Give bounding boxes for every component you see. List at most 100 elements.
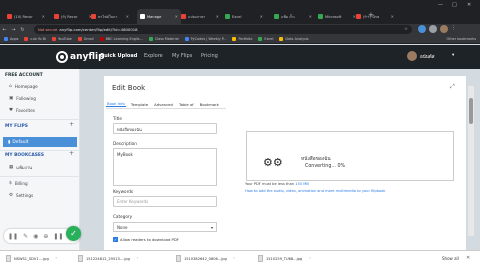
check-icon[interactable]: ✓ [66,226,81,241]
browser-tab[interactable]: (9+) ปักษ ✕ [353,9,397,24]
extension-icon[interactable] [418,25,426,33]
sidebar-item-billing[interactable]: $ Billing [9,181,28,186]
pdf-limit-link[interactable]: 150 MB [295,182,309,186]
bookmark-item[interactable]: Gmail [77,37,94,42]
download-item[interactable]: 1510382642_0806...jpg ⌃ [176,255,236,262]
description-field[interactable]: MyBook [113,148,217,186]
sidebar-item-homepage[interactable]: ⌂ Homepage [9,84,38,89]
download-item[interactable]: 151224812_29513....jpg ⌃ [78,255,139,262]
zoom-icon[interactable]: ⊕ [43,233,48,240]
edit-book-panel: Edit Book ⤢ Book Info Template Advanced … [104,76,466,250]
bookmark-favicon-icon [24,37,29,41]
nav-pricing[interactable]: Pricing [201,53,218,59]
bookmark-item[interactable]: BBC Learning Englis... [99,37,143,42]
bookmark-item[interactable]: Portfolio [232,37,252,42]
bookmark-favicon-icon [148,37,153,41]
billing-icon: $ [9,181,12,186]
sidebar-item-following[interactable]: ▣ Following [9,96,36,101]
bookmark-favicon-icon [99,37,104,41]
home-icon: ⌂ [9,84,12,89]
close-tab-icon[interactable]: ✕ [260,14,263,19]
close-window-icon[interactable]: ✕ [467,2,471,8]
browser-tab[interactable]: แฟ้ม ถ้ำเ ✕ [271,9,315,24]
browser-tab[interactable]: แปลงภาษา ✕ [178,9,222,24]
pdf-note-text: Your PDF must be less than [245,182,295,186]
keywords-field[interactable]: Enter Keywords [113,196,217,207]
browser-tab[interactable]: (10) Recor ✕ [4,9,48,24]
minimize-icon[interactable]: — [438,2,443,8]
tab-advanced[interactable]: Advanced [153,102,174,107]
allow-download-checkbox[interactable]: ✓ Allow readers to download PDF [113,237,179,242]
user-menu-caret-icon[interactable]: ▾ [452,53,454,58]
close-tab-icon[interactable]: ✕ [309,14,312,19]
bookmark-item[interactable]: PyCodes | Weekly P... [184,37,226,42]
category-value: None [117,225,128,230]
close-shelf-icon[interactable]: ✕ [466,255,470,261]
add-bookcase-icon[interactable]: + [69,150,74,157]
nav-my-flips[interactable]: My Flips [172,53,192,59]
pause-record-icon[interactable]: ❚❚ [53,233,63,240]
tab-table-of-contents[interactable]: Table of [178,102,195,107]
bookmark-item[interactable]: Excel [258,37,273,42]
bookmark-item[interactable]: Data Analysis [279,37,309,42]
bookmark-label: Portfolio [238,37,253,41]
pause-icon[interactable]: ❚❚ [8,233,18,240]
back-icon[interactable]: ← [0,27,9,33]
scrollbar-thumb[interactable] [469,98,473,124]
bookmark-star-icon[interactable]: ☆ [404,27,408,32]
tab-template[interactable]: Template [130,102,149,107]
download-name: 151224812_29513....jpg [86,256,130,261]
extension-icon[interactable] [429,25,437,33]
url-field[interactable]: Not secure anyflip.com/center/flip/edit/… [34,25,412,34]
bookmark-label: Gmail [83,37,94,41]
close-tab-icon[interactable]: ✕ [42,14,45,19]
nav-quick-upload[interactable]: Quick Upload [100,53,137,59]
other-bookmarks[interactable]: Other bookmarks [447,37,476,41]
tab-bookmark[interactable]: Bookmark [199,102,220,107]
nav-explore[interactable]: Explore [144,53,163,59]
caret-up-icon[interactable]: ⌃ [233,257,236,261]
close-tab-icon[interactable]: ✕ [126,14,129,19]
tab-title: (10) Recor [14,14,33,19]
maximize-icon[interactable]: □ [452,2,457,8]
pdf-size-note: Your PDF must be less than 150 MB [245,182,309,186]
bookmark-item[interactable]: Class Material [148,37,179,42]
profile-avatar-icon[interactable] [440,25,448,33]
close-tab-icon[interactable]: ✕ [216,14,219,19]
sidebar-item-settings[interactable]: ⚙ Settings [9,193,33,198]
pencil-icon[interactable]: ✎ [23,233,28,240]
download-item[interactable]: NSWS1_SDV1....jpg ⌃ [6,255,58,262]
browser-tab[interactable]: Excel ✕ [222,9,266,24]
close-tab-icon[interactable]: ✕ [391,14,394,19]
browser-tab[interactable]: หาไฟล์ในกา ✕ [88,9,132,24]
new-tab-button[interactable]: + [368,11,374,19]
sidebar-item-bookcase[interactable]: ▦ แฟ้มงาน [9,164,32,171]
camera-icon[interactable]: ◉ [33,233,38,240]
tab-book-info[interactable]: Book Info [106,101,126,107]
title-field[interactable]: หนังสือของฉัน [113,123,217,134]
caret-up-icon[interactable]: ⌃ [136,257,139,261]
bookmark-item[interactable]: YouTube [51,37,72,42]
show-all-downloads-button[interactable]: Show all [442,256,459,261]
category-select[interactable]: None ▾ [113,222,217,232]
reload-icon[interactable]: ↻ [18,27,27,33]
expand-icon[interactable]: ⤢ [450,83,458,91]
user-avatar[interactable] [407,51,417,61]
browser-menu-icon[interactable]: ⋮ [451,25,456,33]
add-flip-icon[interactable]: + [69,121,74,128]
forward-icon[interactable]: → [9,27,18,33]
bookmark-item[interactable]: Apps [4,37,18,42]
multimedia-help-link[interactable]: How to add the audio, video, animation a… [245,189,385,193]
bookmark-item[interactable]: แปล Yo Bi [24,37,46,42]
anyflip-logo[interactable]: anyflip [56,51,105,63]
divider [0,119,80,120]
caret-up-icon[interactable]: ⌃ [55,257,58,261]
download-item[interactable]: 1510259_TU68...jpg ⌃ [258,255,311,262]
page-scrollbar[interactable] [468,86,474,236]
favicon-icon [318,14,323,19]
sidebar-item-favorites[interactable]: ♥ Favorites [9,108,35,113]
user-name[interactable]: อนันต์ส [420,53,435,60]
browser-tab[interactable]: Manage ✕ [137,9,181,24]
sidebar-item-default[interactable]: ▮ Default [3,137,77,147]
caret-up-icon[interactable]: ⌃ [308,257,311,261]
